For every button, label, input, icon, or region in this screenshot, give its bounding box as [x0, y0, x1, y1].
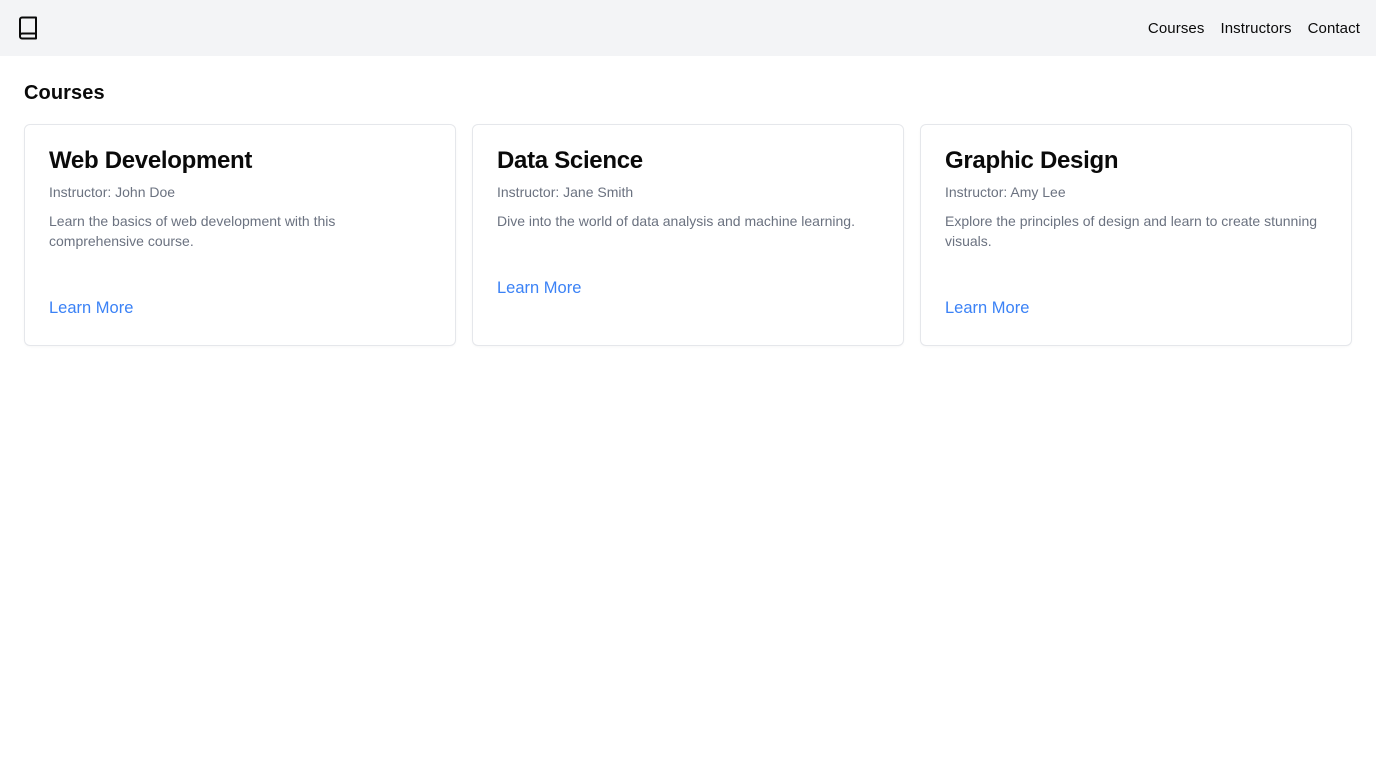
nav-link-courses[interactable]: Courses: [1148, 20, 1205, 37]
course-card-data-science: Data Science Instructor: Jane Smith Dive…: [472, 124, 904, 346]
main-content: Courses Web Development Instructor: John…: [0, 56, 1376, 346]
top-navbar: Courses Instructors Contact: [0, 0, 1376, 56]
learn-more-link[interactable]: Learn More: [497, 279, 581, 298]
main-nav: Courses Instructors Contact: [1148, 20, 1360, 37]
nav-link-instructors[interactable]: Instructors: [1220, 20, 1291, 37]
course-title: Web Development: [49, 147, 253, 174]
course-instructor: Instructor: Amy Lee: [945, 184, 1066, 200]
course-description: Learn the basics of web development with…: [49, 213, 336, 249]
course-card-graphic-design: Graphic Design Instructor: Amy Lee Explo…: [920, 124, 1352, 346]
course-instructor: Instructor: Jane Smith: [497, 184, 634, 200]
course-title: Graphic Design: [945, 147, 1119, 174]
nav-link-contact[interactable]: Contact: [1308, 20, 1360, 37]
learn-more-link[interactable]: Learn More: [945, 299, 1029, 318]
course-title: Data Science: [497, 147, 643, 174]
course-grid: Web Development Instructor: John Doe Lea…: [24, 124, 1352, 346]
course-description: Dive into the world of data analysis and…: [497, 213, 855, 229]
page-title: Courses: [24, 82, 105, 104]
course-instructor: Instructor: John Doe: [49, 184, 176, 200]
course-description: Explore the principles of design and lea…: [945, 213, 1318, 249]
course-card-web-development: Web Development Instructor: John Doe Lea…: [24, 124, 456, 346]
learn-more-link[interactable]: Learn More: [49, 299, 133, 318]
book-icon[interactable]: [18, 16, 38, 40]
